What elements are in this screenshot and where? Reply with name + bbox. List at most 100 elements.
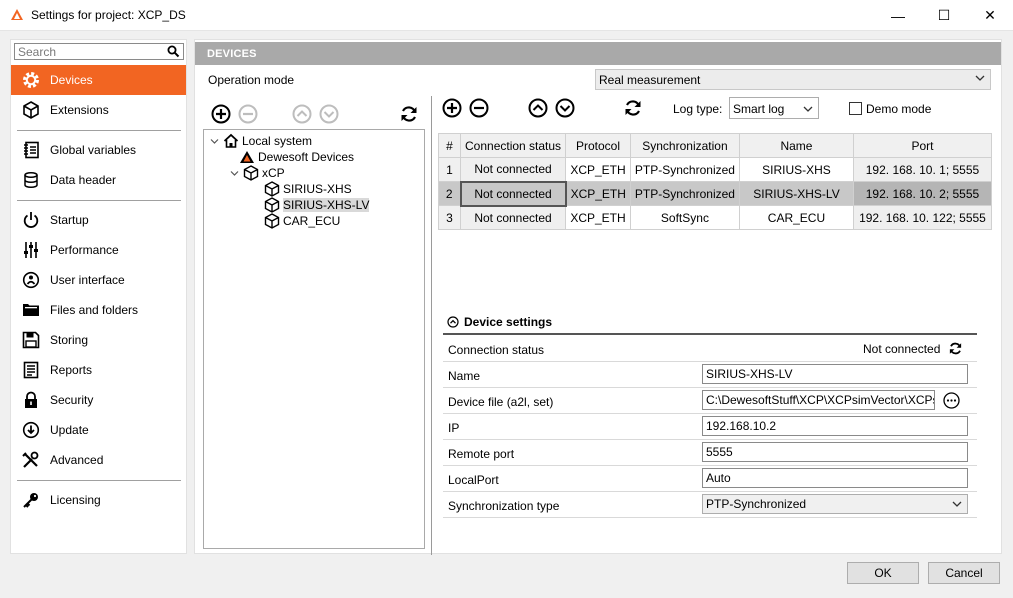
sidebar-item-data-header[interactable]: Data header — [11, 165, 186, 195]
chevron-down-icon — [975, 73, 985, 83]
table-row[interactable]: 2 Not connected XCP_ETH PTP-Synchronized… — [438, 180, 992, 207]
move-up-icon[interactable] — [528, 98, 548, 118]
sidebar-item-user-interface[interactable]: User interface — [11, 265, 186, 295]
name-row: Name SIRIUS-XHS-LV — [443, 362, 977, 388]
report-icon — [21, 360, 41, 380]
device-file-row: Device file (a2l, set) C:\DewesoftStuff\… — [443, 388, 977, 414]
local-port-field[interactable]: Auto — [702, 468, 968, 488]
search-box[interactable] — [14, 43, 184, 60]
sidebar-item-performance[interactable]: Performance — [11, 235, 186, 265]
port-cell: 192. 168. 10. 2; 5555 — [852, 181, 992, 206]
user-interface-icon — [21, 270, 41, 290]
tree-node-dewesoft-devices[interactable]: Dewesoft Devices — [239, 149, 354, 165]
table-row[interactable]: 3 Not connected XCP_ETH SoftSync CAR_ECU… — [438, 205, 992, 230]
sync-type-value: PTP-Synchronized — [706, 497, 807, 511]
sidebar-item-reports[interactable]: Reports — [11, 355, 186, 385]
sidebar-item-label: Global variables — [50, 143, 137, 157]
notebook-icon — [21, 140, 41, 160]
sidebar-item-security[interactable]: Security — [11, 385, 186, 415]
sidebar-item-extensions[interactable]: Extensions — [11, 95, 186, 125]
table-row[interactable]: 1 Not connected XCP_ETH PTP-Synchronized… — [438, 157, 992, 182]
cube-icon — [21, 100, 41, 120]
maximize-button[interactable]: ☐ — [921, 0, 967, 31]
device-file-field[interactable]: C:\DewesoftStuff\XCP\XCPsimVector\XCPsim… — [702, 390, 935, 410]
column-header[interactable]: Port — [852, 133, 992, 158]
search-input[interactable] — [15, 44, 165, 59]
floppy-icon — [21, 330, 41, 350]
sidebar-item-label: Advanced — [50, 453, 104, 467]
tree-node-sirius-xhs-lv[interactable]: SIRIUS-XHS-LV — [264, 197, 370, 213]
sidebar-item-update[interactable]: Update — [11, 415, 186, 445]
add-device-icon[interactable] — [211, 104, 231, 124]
sidebar-item-advanced[interactable]: Advanced — [11, 445, 186, 475]
remove-icon[interactable] — [469, 98, 489, 118]
chevron-down-icon[interactable] — [210, 137, 220, 146]
log-type-value: Smart log — [733, 102, 785, 116]
sidebar-item-storing[interactable]: Storing — [11, 325, 186, 355]
collapse-icon — [447, 316, 459, 328]
move-up-icon[interactable] — [292, 104, 312, 124]
cube-icon — [264, 197, 280, 213]
device-tree[interactable]: Local system Dewesoft Devices xCP SIRIUS… — [203, 129, 425, 549]
column-header[interactable]: Protocol — [565, 133, 631, 158]
cube-icon — [243, 165, 259, 181]
connection-status-cell: Not connected — [459, 157, 567, 182]
sync-type-label: Synchronization type — [448, 499, 560, 513]
sidebar-item-files-and-folders[interactable]: Files and folders — [11, 295, 186, 325]
ip-field[interactable]: 192.168.10.2 — [702, 416, 968, 436]
column-header[interactable]: Name — [738, 133, 854, 158]
tree-node-label: Local system — [242, 134, 313, 148]
demo-mode-checkbox[interactable] — [849, 102, 862, 115]
tree-node-label: Dewesoft Devices — [258, 150, 355, 164]
remove-device-icon[interactable] — [238, 104, 258, 124]
settings-sidebar: Devices Extensions Global variables Data… — [10, 39, 187, 554]
section-divider — [443, 333, 977, 335]
sidebar-divider — [17, 130, 181, 131]
minimize-button[interactable]: — — [875, 0, 921, 31]
refresh-icon[interactable] — [623, 98, 643, 118]
sidebar-item-global-variables[interactable]: Global variables — [11, 135, 186, 165]
sidebar-item-label: Performance — [50, 243, 119, 257]
log-type-label: Log type: — [673, 102, 723, 116]
connection-status-cell: Not connected — [459, 180, 567, 207]
tree-node-local-system[interactable]: Local system — [210, 133, 312, 149]
sync-type-select[interactable]: PTP-Synchronized — [702, 494, 968, 514]
sidebar-item-licensing[interactable]: Licensing — [11, 485, 186, 515]
local-port-label: LocalPort — [448, 473, 499, 487]
ok-button[interactable]: OK — [847, 562, 919, 584]
tree-node-label: SIRIUS-XHS — [283, 182, 352, 196]
close-button[interactable]: ✕ — [967, 0, 1013, 31]
remote-port-field[interactable]: 5555 — [702, 442, 968, 462]
chevron-down-icon[interactable] — [230, 169, 240, 178]
row-number: 1 — [438, 157, 461, 182]
lock-icon — [21, 390, 41, 410]
column-header[interactable]: Connection status — [459, 133, 567, 158]
device-table: # Connection status Protocol Synchroniza… — [438, 133, 992, 230]
tree-node-xcp[interactable]: xCP — [230, 165, 285, 181]
search-icon[interactable] — [167, 45, 180, 58]
device-settings-toggle[interactable]: Device settings — [447, 315, 552, 329]
sidebar-item-startup[interactable]: Startup — [11, 205, 186, 235]
connection-status-cell: Not connected — [459, 205, 567, 230]
operation-mode-select[interactable]: Real measurement — [595, 69, 991, 90]
column-header[interactable]: # — [438, 133, 461, 158]
chevron-down-icon — [952, 499, 962, 509]
browse-icon[interactable] — [943, 392, 960, 409]
refresh-icon[interactable] — [399, 104, 419, 124]
tree-node-sirius-xhs[interactable]: SIRIUS-XHS — [264, 181, 352, 197]
device-file-label: Device file (a2l, set) — [448, 395, 554, 409]
move-down-icon[interactable] — [555, 98, 575, 118]
column-header[interactable]: Synchronization — [629, 133, 740, 158]
cancel-button[interactable]: Cancel — [928, 562, 1000, 584]
log-type-select[interactable]: Smart log — [729, 97, 819, 119]
protocol-cell: XCP_ETH — [565, 181, 631, 206]
name-field[interactable]: SIRIUS-XHS-LV — [702, 364, 968, 384]
ip-label: IP — [448, 421, 460, 435]
refresh-icon[interactable] — [948, 341, 963, 356]
add-icon[interactable] — [442, 98, 462, 118]
tree-node-car-ecu[interactable]: CAR_ECU — [264, 213, 340, 229]
tree-node-label: CAR_ECU — [283, 214, 341, 228]
dewesoft-logo-icon — [239, 149, 255, 165]
sidebar-item-devices[interactable]: Devices — [11, 65, 186, 95]
move-down-icon[interactable] — [319, 104, 339, 124]
